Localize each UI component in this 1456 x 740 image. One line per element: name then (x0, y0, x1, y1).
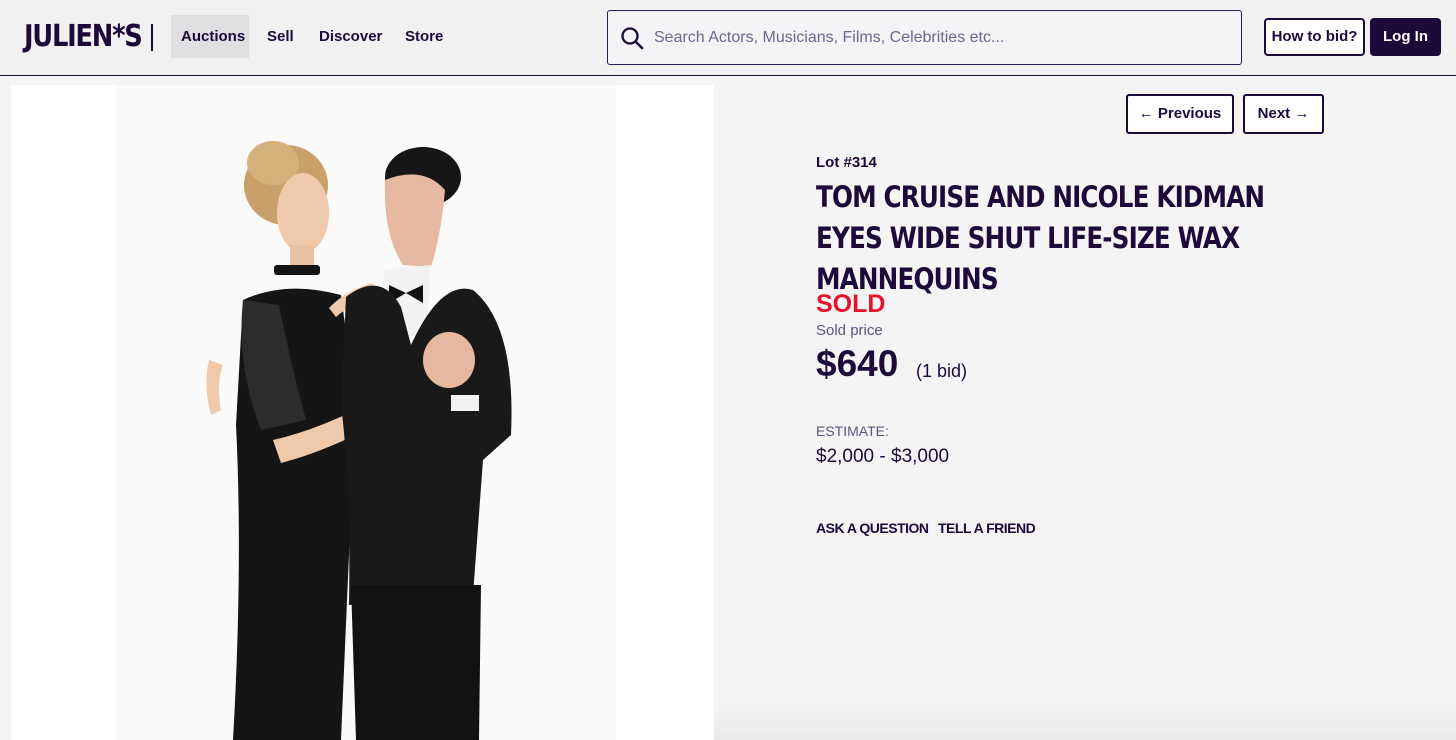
sold-price: $640 (816, 343, 899, 384)
estimate-label: ESTIMATE: (816, 423, 889, 439)
login-button[interactable]: Log In (1370, 18, 1441, 56)
previous-button[interactable]: ← Previous (1126, 94, 1234, 134)
search-input[interactable] (654, 21, 1214, 55)
estimate-value: $2,000 - $3,000 (816, 446, 950, 467)
how-to-bid-button[interactable]: How to bid? (1264, 18, 1365, 56)
tell-friend-link[interactable]: TELL A FRIEND (938, 520, 1036, 536)
nav-sell[interactable]: Sell (257, 15, 304, 58)
sold-status: SOLD (816, 290, 886, 318)
previous-label: Previous (1157, 105, 1222, 122)
site-logo[interactable]: JULIEN*S (24, 18, 143, 56)
logo-divider (151, 24, 153, 51)
arrow-left-icon: ← (1138, 105, 1154, 122)
nav-store[interactable]: Store (395, 15, 453, 58)
nav-discover[interactable]: Discover (309, 15, 392, 58)
next-label: Next (1257, 105, 1291, 122)
ask-question-link[interactable]: ASK A QUESTION (816, 520, 929, 536)
next-button[interactable]: Next → (1243, 94, 1324, 134)
lot-image[interactable] (11, 85, 714, 740)
site-header: JULIEN*S Auctions Sell Discover Store Ho… (0, 0, 1456, 76)
arrow-right-icon: → (1294, 105, 1310, 122)
bottom-fade (714, 700, 1456, 740)
bid-count[interactable]: (1 bid) (916, 361, 967, 382)
search-icon[interactable] (620, 26, 644, 50)
search-box (607, 10, 1242, 65)
lot-number: Lot #314 (816, 154, 877, 171)
sold-price-label: Sold price (816, 322, 883, 339)
nav-auctions[interactable]: Auctions (171, 15, 249, 58)
mannequins-photo (11, 85, 714, 740)
lot-title: TOM CRUISE AND NICOLE KIDMAN EYES WIDE S… (816, 180, 1265, 296)
